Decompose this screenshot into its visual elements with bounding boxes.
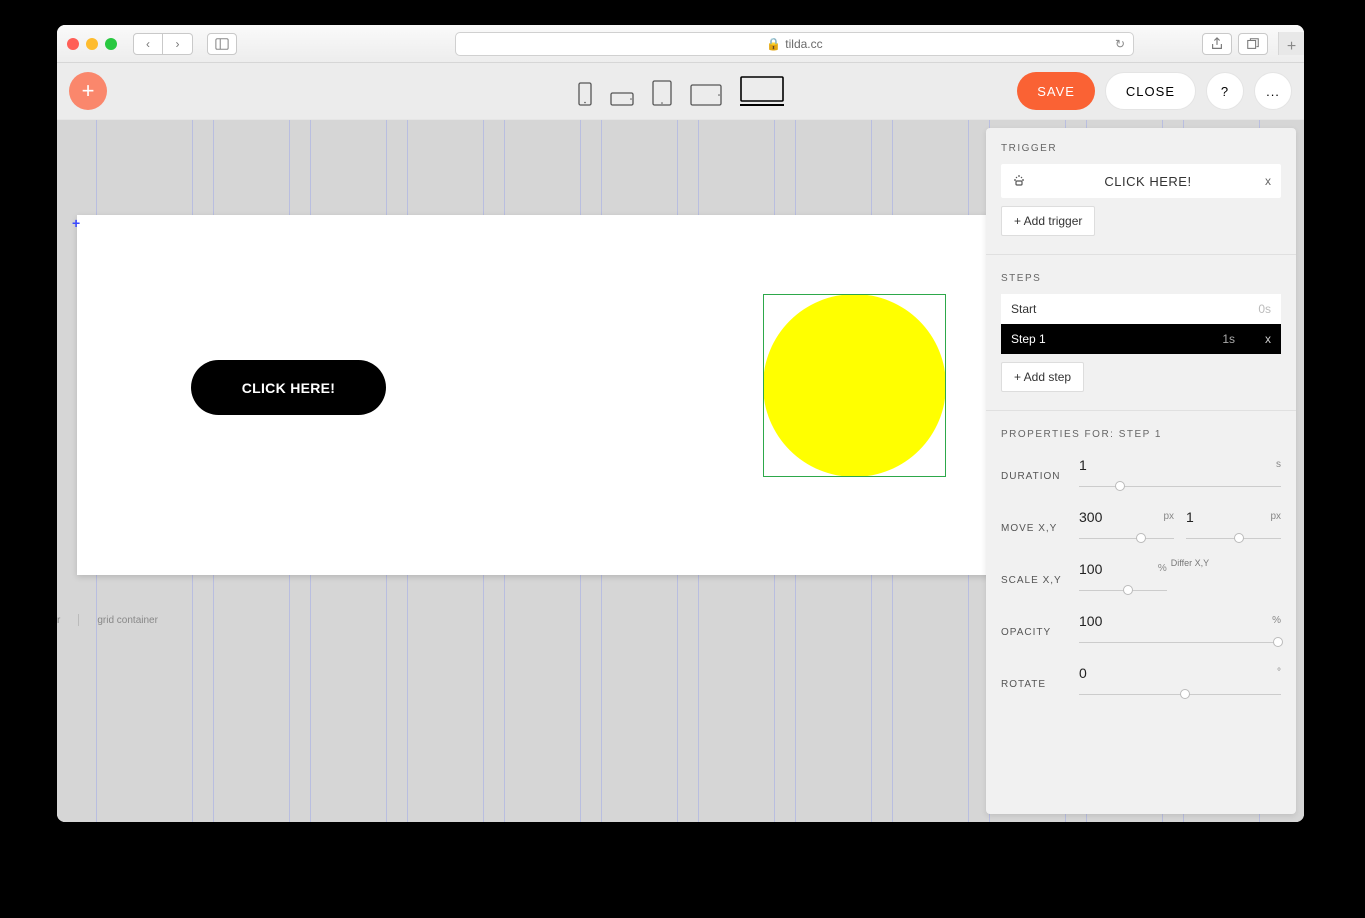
steps-section-label: STEPS bbox=[1001, 273, 1281, 284]
step-label: Start bbox=[1011, 302, 1036, 316]
app-toolbar: + SAVE CLOSE ? ... bbox=[57, 63, 1304, 120]
property-label: OPACITY bbox=[1001, 627, 1079, 638]
property-label: DURATION bbox=[1001, 471, 1079, 482]
canvas-area[interactable]: + CLICK HERE! r grid container TRIGGER C… bbox=[57, 120, 1304, 822]
add-step-button[interactable]: + Add step bbox=[1001, 362, 1084, 392]
url-host: tilda.cc bbox=[785, 37, 822, 51]
move-property: MOVE X,Y 300 px 1 px bbox=[1001, 502, 1281, 554]
animation-panel: TRIGGER CLICK HERE! x + Add trigger STEP… bbox=[986, 128, 1296, 814]
rotate-property: ROTATE 0 ° bbox=[1001, 658, 1281, 710]
share-icon bbox=[1210, 37, 1224, 51]
duration-value: 1 bbox=[1079, 457, 1087, 473]
move-y-slider[interactable]: 1 px bbox=[1186, 509, 1281, 547]
step-duration: 1s bbox=[1222, 332, 1265, 346]
sidebar-icon bbox=[215, 37, 229, 51]
scale-slider[interactable]: 100 % bbox=[1079, 561, 1167, 599]
click-icon bbox=[1011, 172, 1031, 191]
step-label: Step 1 bbox=[1011, 332, 1046, 346]
breadcrumb-item[interactable]: grid container bbox=[97, 615, 158, 626]
property-label: MOVE X,Y bbox=[1001, 523, 1079, 534]
scale-value: 100 bbox=[1079, 561, 1102, 577]
device-phone-portrait[interactable] bbox=[578, 82, 592, 106]
trigger-section-label: TRIGGER bbox=[1001, 143, 1281, 154]
unit-pct: % bbox=[1272, 615, 1281, 626]
close-window-icon[interactable] bbox=[67, 38, 79, 50]
toolbar-right: SAVE CLOSE ? ... bbox=[1017, 72, 1292, 110]
tabs-icon bbox=[1246, 37, 1260, 51]
device-tablet-portrait[interactable] bbox=[652, 80, 672, 106]
window-controls bbox=[67, 38, 117, 50]
forward-button[interactable]: › bbox=[163, 33, 193, 55]
close-button[interactable]: CLOSE bbox=[1105, 72, 1196, 110]
divider bbox=[986, 254, 1296, 255]
unit-px: px bbox=[1270, 511, 1281, 522]
duration-slider[interactable]: 1 s bbox=[1079, 457, 1281, 495]
move-x-value: 300 bbox=[1079, 509, 1102, 525]
unit-deg: ° bbox=[1277, 667, 1281, 678]
opacity-slider[interactable]: 100 % bbox=[1079, 613, 1281, 651]
breadcrumb-item[interactable]: r bbox=[57, 615, 60, 626]
nav-buttons: ‹ › bbox=[133, 33, 193, 55]
opacity-property: OPACITY 100 % bbox=[1001, 606, 1281, 658]
selection-outline bbox=[763, 294, 946, 477]
device-phone-landscape[interactable] bbox=[610, 92, 634, 106]
duration-property: DURATION 1 s bbox=[1001, 450, 1281, 502]
remove-trigger-button[interactable]: x bbox=[1265, 174, 1271, 188]
minimize-window-icon[interactable] bbox=[86, 38, 98, 50]
device-tablet-landscape[interactable] bbox=[690, 84, 722, 106]
help-button[interactable]: ? bbox=[1206, 72, 1244, 110]
breadcrumb: r grid container bbox=[57, 605, 158, 635]
step-duration: 0s bbox=[1258, 302, 1271, 316]
remove-step-button[interactable]: x bbox=[1265, 332, 1271, 346]
canvas-element-button[interactable]: CLICK HERE! bbox=[191, 360, 386, 415]
step-start-row[interactable]: Start 0s bbox=[1001, 294, 1281, 324]
app-window: ‹ › 🔒 tilda.cc ↻ + + bbox=[57, 25, 1304, 822]
unit-px: px bbox=[1163, 511, 1174, 522]
save-button[interactable]: SAVE bbox=[1017, 72, 1095, 110]
property-label: SCALE X,Y bbox=[1001, 575, 1079, 586]
move-y-value: 1 bbox=[1186, 509, 1194, 525]
browser-toolbar: ‹ › 🔒 tilda.cc ↻ + bbox=[57, 25, 1304, 63]
device-preview-group bbox=[578, 76, 784, 106]
properties-list: DURATION 1 s MOVE X,Y 300 px bbox=[1001, 450, 1281, 710]
add-trigger-button[interactable]: + Add trigger bbox=[1001, 206, 1095, 236]
new-tab-button[interactable]: + bbox=[1278, 32, 1304, 55]
step-1-row[interactable]: Step 1 1s x bbox=[1001, 324, 1281, 354]
lock-icon: 🔒 bbox=[766, 37, 781, 51]
property-label: ROTATE bbox=[1001, 679, 1079, 690]
duration-unit: s bbox=[1276, 459, 1281, 470]
device-desktop[interactable] bbox=[740, 76, 784, 106]
share-button[interactable] bbox=[1202, 33, 1232, 55]
unit-pct: % bbox=[1158, 563, 1167, 574]
sidebar-toggle-button[interactable] bbox=[207, 33, 237, 55]
more-button[interactable]: ... bbox=[1254, 72, 1292, 110]
tabs-button[interactable] bbox=[1238, 33, 1268, 55]
opacity-value: 100 bbox=[1079, 613, 1102, 629]
rotate-slider[interactable]: 0 ° bbox=[1079, 665, 1281, 703]
scale-property: SCALE X,Y 100 % Differ X,Y bbox=[1001, 554, 1281, 606]
address-bar[interactable]: 🔒 tilda.cc ↻ bbox=[455, 32, 1134, 56]
differ-xy-link[interactable]: Differ X,Y bbox=[1171, 558, 1209, 568]
trigger-name: CLICK HERE! bbox=[1031, 174, 1265, 189]
breadcrumb-separator bbox=[78, 614, 79, 626]
maximize-window-icon[interactable] bbox=[105, 38, 117, 50]
plus-icon: + bbox=[82, 78, 95, 104]
divider bbox=[986, 410, 1296, 411]
properties-section-label: PROPERTIES FOR: STEP 1 bbox=[1001, 429, 1281, 440]
rotate-value: 0 bbox=[1079, 665, 1087, 681]
move-x-slider[interactable]: 300 px bbox=[1079, 509, 1174, 547]
browser-right-tools: + bbox=[1202, 32, 1294, 55]
origin-marker: + bbox=[72, 215, 80, 231]
reload-icon[interactable]: ↻ bbox=[1115, 37, 1125, 51]
add-block-button[interactable]: + bbox=[69, 72, 107, 110]
trigger-row[interactable]: CLICK HERE! x bbox=[1001, 164, 1281, 198]
back-button[interactable]: ‹ bbox=[133, 33, 163, 55]
